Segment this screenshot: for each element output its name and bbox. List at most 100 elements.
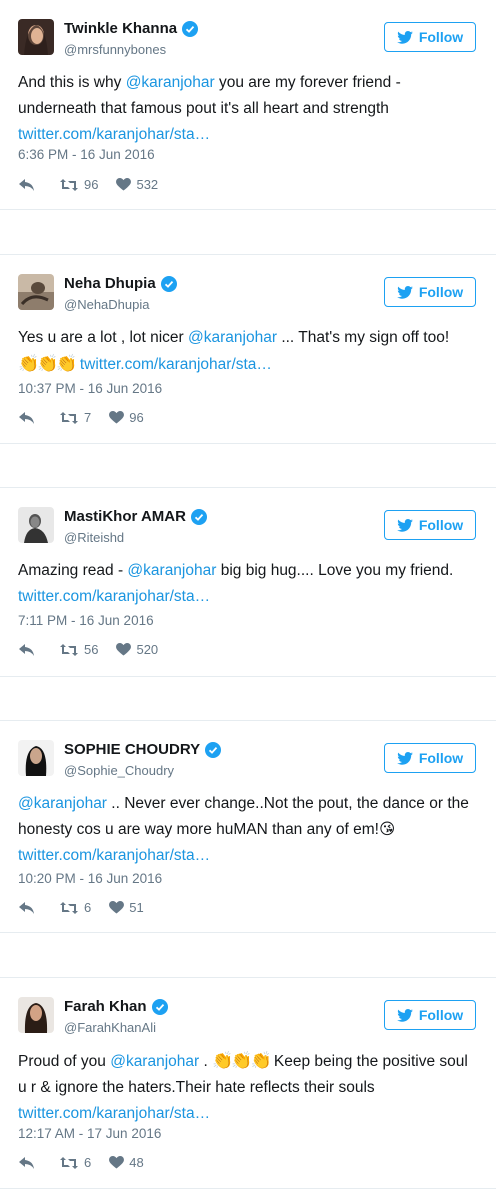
reply-icon: [19, 1156, 34, 1169]
timestamp[interactable]: 10:20 PM - 16 Jun 2016: [18, 871, 162, 886]
tweet-link[interactable]: twitter.com/karanjohar/sta…: [18, 1105, 210, 1122]
twitter-bird-icon: [397, 751, 413, 765]
retweet-button[interactable]: 56: [59, 642, 98, 657]
author-name[interactable]: MastiKhor AMAR: [64, 508, 186, 525]
author-handle[interactable]: @Sophie_Choudry: [64, 763, 174, 778]
mention-link[interactable]: @karanjohar: [188, 329, 277, 346]
author-handle[interactable]: @NehaDhupia: [64, 297, 149, 312]
avatar[interactable]: [18, 274, 54, 310]
tweet-text-part: ... That's my sign off too!: [277, 329, 450, 346]
retweet-button[interactable]: 96: [59, 177, 98, 192]
tweet-actions: 6 51: [18, 900, 162, 915]
avatar[interactable]: [18, 740, 54, 776]
author-handle[interactable]: @FarahKhanAli: [64, 1020, 156, 1035]
tweet-text: @karanjohar .. Never ever change..Not th…: [18, 791, 480, 869]
reply-icon: [19, 901, 34, 914]
heart-icon: [109, 411, 125, 424]
like-count: 520: [136, 642, 159, 657]
like-button[interactable]: 48: [109, 1155, 144, 1170]
follow-label: Follow: [418, 29, 464, 45]
like-button[interactable]: 51: [109, 900, 144, 915]
author-row: Neha Dhupia: [64, 275, 177, 292]
reply-icon: [19, 411, 34, 424]
twitter-bird-icon: [397, 1008, 413, 1022]
heart-icon: [109, 1156, 125, 1169]
retweet-icon: [60, 901, 78, 914]
verified-badge-icon: [160, 275, 177, 292]
like-count: 48: [129, 1155, 144, 1170]
verified-badge-icon: [205, 741, 222, 758]
verified-badge-icon: [190, 508, 207, 525]
tweet-card: Neha Dhupia @NehaDhupia Follow Yes u are…: [0, 254, 496, 444]
heart-icon: [109, 901, 125, 914]
tweet-text: Yes u are a lot , lot nicer @karanjohar …: [18, 325, 480, 378]
mention-link[interactable]: @karanjohar: [127, 562, 216, 579]
twitter-bird-icon: [397, 518, 413, 532]
reply-button[interactable]: [18, 643, 41, 657]
follow-label: Follow: [418, 750, 464, 766]
reply-icon: [19, 178, 34, 191]
author-name[interactable]: Twinkle Khanna: [64, 20, 177, 37]
timestamp[interactable]: 7:11 PM - 16 Jun 2016: [18, 613, 154, 628]
verified-badge-icon: [182, 20, 199, 37]
mention-link[interactable]: @karanjohar: [18, 795, 107, 812]
follow-label: Follow: [418, 1007, 464, 1023]
author-name[interactable]: Neha Dhupia: [64, 275, 156, 292]
tweet-text-part: .: [199, 1053, 213, 1070]
author-row: MastiKhor AMAR: [64, 508, 207, 525]
follow-button[interactable]: Follow: [384, 277, 476, 307]
tweet-text-part: big big hug.... Love you my friend.: [216, 562, 454, 579]
author-row: SOPHIE CHOUDRY: [64, 741, 222, 758]
author-handle[interactable]: @mrsfunnybones: [64, 42, 166, 57]
avatar[interactable]: [18, 997, 54, 1033]
tweet-actions: 6 48: [18, 1155, 162, 1170]
tweet-card: MastiKhor AMAR @Riteishd Follow Amazing …: [0, 487, 496, 677]
avatar[interactable]: [18, 19, 54, 55]
tweet-actions: 7 96: [18, 410, 162, 425]
tweet-link[interactable]: twitter.com/karanjohar/sta…: [18, 847, 210, 864]
like-button[interactable]: 520: [116, 642, 158, 657]
timestamp[interactable]: 12:17 AM - 17 Jun 2016: [18, 1126, 161, 1141]
avatar[interactable]: [18, 507, 54, 543]
like-count: 96: [129, 410, 144, 425]
tweet-text: And this is why @karanjohar you are my f…: [18, 70, 480, 148]
tweet-link[interactable]: twitter.com/karanjohar/sta…: [18, 588, 210, 605]
tweet-actions: 56 520: [18, 642, 176, 657]
retweet-count: 6: [84, 1155, 92, 1170]
reply-button[interactable]: [18, 411, 41, 425]
follow-button[interactable]: Follow: [384, 743, 476, 773]
twitter-bird-icon: [397, 285, 413, 299]
retweet-count: 56: [84, 642, 99, 657]
retweet-icon: [60, 1156, 78, 1169]
follow-button[interactable]: Follow: [384, 510, 476, 540]
author-name[interactable]: SOPHIE CHOUDRY: [64, 741, 200, 758]
author-handle[interactable]: @Riteishd: [64, 530, 124, 545]
retweet-icon: [60, 411, 78, 424]
mention-link[interactable]: @karanjohar: [126, 74, 215, 91]
like-button[interactable]: 532: [116, 177, 158, 192]
follow-button[interactable]: Follow: [384, 22, 476, 52]
tweet-link[interactable]: twitter.com/karanjohar/sta…: [80, 356, 272, 373]
follow-label: Follow: [418, 284, 464, 300]
reply-button[interactable]: [18, 1156, 41, 1170]
retweet-button[interactable]: 6: [59, 1155, 91, 1170]
heart-icon: [116, 178, 132, 191]
tweet-text-part: And this is why: [18, 74, 126, 91]
tweet-card: Farah Khan @FarahKhanAli Follow Proud of…: [0, 977, 496, 1189]
retweet-button[interactable]: 6: [59, 900, 91, 915]
mention-link[interactable]: @karanjohar: [110, 1053, 199, 1070]
timestamp[interactable]: 6:36 PM - 16 Jun 2016: [18, 147, 155, 162]
like-button[interactable]: 96: [109, 410, 144, 425]
tweet-link[interactable]: twitter.com/karanjohar/sta…: [18, 126, 210, 143]
retweet-icon: [60, 178, 78, 191]
tweet-text-part: Proud of you: [18, 1053, 111, 1070]
timestamp[interactable]: 10:37 PM - 16 Jun 2016: [18, 381, 162, 396]
tweet-card: Twinkle Khanna @mrsfunnybones Follow And…: [0, 0, 496, 210]
like-count: 51: [129, 900, 144, 915]
retweet-button[interactable]: 7: [59, 410, 91, 425]
author-name[interactable]: Farah Khan: [64, 998, 147, 1015]
reply-button[interactable]: [18, 178, 41, 192]
follow-button[interactable]: Follow: [384, 1000, 476, 1030]
reply-button[interactable]: [18, 901, 41, 915]
retweet-count: 96: [84, 177, 99, 192]
